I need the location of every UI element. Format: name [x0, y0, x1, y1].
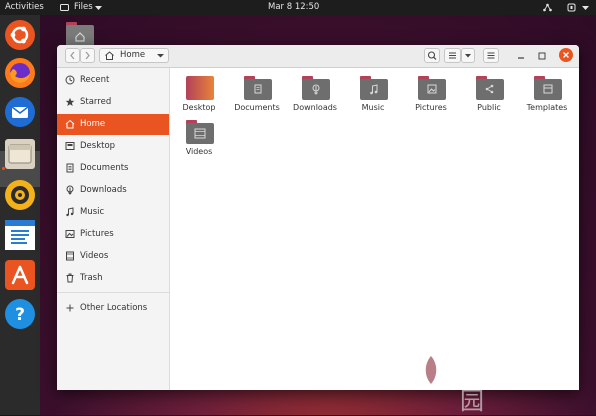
system-menu-chevron-icon[interactable]	[582, 4, 591, 13]
files-app-icon	[60, 3, 69, 12]
search-button[interactable]	[424, 48, 440, 63]
document-icon	[65, 163, 75, 173]
sidebar: Recent Starred Home Desktop Documents Do…	[57, 68, 170, 390]
view-options-button[interactable]	[461, 48, 475, 63]
plus-icon	[65, 303, 75, 313]
video-icon	[65, 251, 75, 261]
downloads-folder-icon	[302, 76, 330, 100]
dock: ?	[0, 15, 40, 415]
trash-icon	[65, 273, 75, 283]
forward-button[interactable]	[80, 48, 95, 63]
file-label: Documents	[234, 103, 280, 112]
header-bar: Home	[57, 45, 579, 68]
file-label: Templates	[526, 103, 568, 112]
file-item-downloads[interactable]: Downloads	[286, 72, 344, 114]
path-dropdown-icon[interactable]	[157, 52, 164, 62]
network-icon[interactable]	[543, 3, 552, 12]
file-label: Public	[477, 103, 501, 112]
home-icon	[65, 119, 75, 129]
sidebar-item-music[interactable]: Music	[57, 202, 169, 223]
file-item-videos[interactable]: Videos	[170, 116, 228, 158]
templates-folder-icon	[534, 76, 562, 100]
sidebar-item-documents[interactable]: Documents	[57, 158, 169, 179]
download-icon	[65, 185, 75, 195]
sidebar-item-label: Videos	[80, 251, 109, 261]
files-icon[interactable]	[5, 139, 35, 169]
sidebar-item-label: Desktop	[80, 141, 116, 151]
sidebar-item-downloads[interactable]: Downloads	[57, 180, 169, 201]
file-item-documents[interactable]: Documents	[228, 72, 286, 114]
sidebar-item-desktop[interactable]: Desktop	[57, 136, 169, 157]
sidebar-item-pictures[interactable]: Pictures	[57, 224, 169, 245]
top-bar: Activities Files Mar 8 12:50	[0, 0, 596, 15]
star-icon	[65, 97, 75, 107]
sidebar-item-other-locations[interactable]: Other Locations	[57, 298, 169, 319]
back-button[interactable]	[65, 48, 80, 63]
clock[interactable]: Mar 8 12:50	[268, 2, 319, 13]
desktop-icon	[65, 141, 75, 151]
app-menu[interactable]: Files	[74, 2, 93, 13]
minimize-button[interactable]	[516, 51, 526, 64]
file-label: Pictures	[415, 103, 447, 112]
sidebar-separator	[57, 292, 169, 293]
pictures-folder-icon	[418, 76, 446, 100]
file-item-public[interactable]: Public	[460, 72, 518, 114]
desktop-home-icon[interactable]	[66, 22, 94, 46]
maximize-button[interactable]	[537, 51, 547, 64]
app-store-icon[interactable]	[5, 260, 35, 290]
file-item-desktop[interactable]: Desktop	[170, 72, 228, 114]
desktop-folder-icon	[186, 76, 214, 100]
menu-button[interactable]	[483, 48, 499, 63]
home-icon	[104, 50, 115, 64]
picture-icon	[65, 229, 75, 239]
sidebar-item-label: Other Locations	[80, 303, 148, 313]
file-label: Desktop	[182, 103, 216, 112]
libreoffice-writer-icon[interactable]	[5, 220, 35, 250]
path-label: Home	[120, 50, 146, 60]
volume-icon[interactable]	[567, 3, 576, 12]
close-button[interactable]	[559, 48, 573, 62]
view-list-button[interactable]	[444, 48, 461, 63]
music-folder-icon	[360, 76, 388, 100]
watermark: 当下软件园 www.downxia.com	[408, 344, 578, 415]
sidebar-item-starred[interactable]: Starred	[57, 92, 169, 113]
sidebar-item-home[interactable]: Home	[57, 114, 169, 135]
watermark-logo-icon	[408, 346, 454, 397]
sidebar-item-label: Starred	[80, 97, 112, 107]
sidebar-item-label: Recent	[80, 75, 110, 85]
sidebar-item-label: Documents	[80, 163, 129, 173]
ubuntu-software-icon[interactable]	[5, 20, 35, 50]
file-label: Videos	[185, 147, 213, 156]
sidebar-item-videos[interactable]: Videos	[57, 246, 169, 267]
file-item-templates[interactable]: Templates	[518, 72, 576, 114]
videos-folder-icon	[186, 120, 214, 144]
thunderbird-icon[interactable]	[5, 97, 35, 127]
files-window: Home Recent Starred Home Desktop Documen…	[57, 45, 579, 390]
sidebar-item-label: Pictures	[80, 229, 114, 239]
firefox-icon[interactable]	[5, 58, 35, 88]
rhythmbox-icon[interactable]	[5, 180, 35, 210]
documents-folder-icon	[244, 76, 272, 100]
file-label: Music	[361, 103, 385, 112]
file-view: Desktop Documents Downloads Music Pictur…	[170, 68, 579, 390]
file-item-pictures[interactable]: Pictures	[402, 72, 460, 114]
sidebar-item-label: Trash	[80, 273, 103, 283]
sidebar-item-label: Home	[80, 119, 106, 129]
watermark-url: www.downxia.com	[464, 377, 548, 387]
sidebar-item-recent[interactable]: Recent	[57, 70, 169, 91]
public-folder-icon	[476, 76, 504, 100]
file-item-music[interactable]: Music	[344, 72, 402, 114]
music-icon	[65, 207, 75, 217]
help-icon[interactable]: ?	[5, 299, 35, 329]
sidebar-item-trash[interactable]: Trash	[57, 268, 169, 289]
activities-button[interactable]: Activities	[5, 2, 44, 13]
clock-icon	[65, 75, 75, 85]
sidebar-item-label: Downloads	[80, 185, 127, 195]
chevron-down-icon[interactable]	[95, 4, 104, 13]
path-bar[interactable]: Home	[99, 48, 169, 63]
file-label: Downloads	[293, 103, 337, 112]
sidebar-item-label: Music	[80, 207, 105, 217]
svg-text:?: ?	[15, 305, 25, 325]
